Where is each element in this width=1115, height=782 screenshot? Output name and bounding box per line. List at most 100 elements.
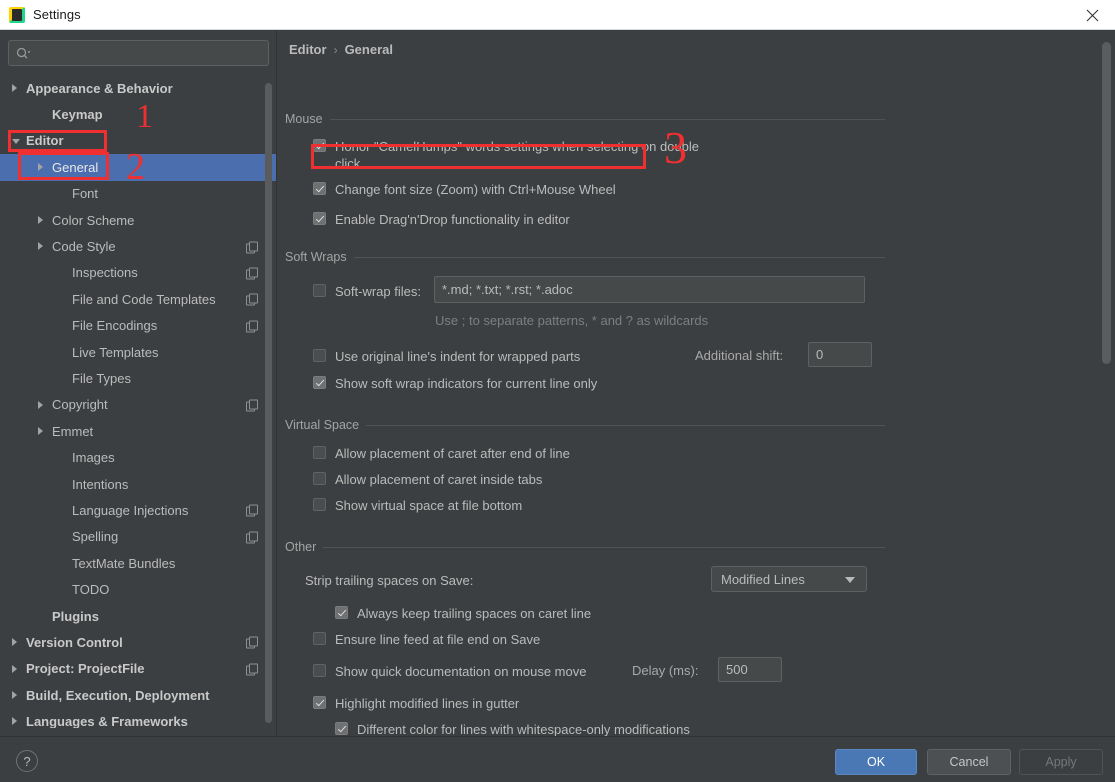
chevron-right-icon[interactable] [38, 215, 43, 224]
checkbox-highlight-modified[interactable] [313, 696, 326, 709]
delay-label: Delay (ms): [632, 663, 699, 678]
sidebar-item-textmate-bundles[interactable]: TextMate Bundles [0, 550, 276, 576]
checkbox-dragndrop[interactable] [313, 212, 326, 225]
checkbox-quick-doc[interactable] [313, 664, 326, 677]
delay-input[interactable]: 500 [718, 657, 782, 682]
checkbox-row-dragndrop[interactable]: Enable Drag'n'Drop functionality in edit… [313, 211, 570, 228]
copy-settings-icon[interactable] [246, 293, 258, 306]
sidebar-item-emmet[interactable]: Emmet [0, 418, 276, 444]
checkbox-row-different-color[interactable]: Different color for lines with whitespac… [335, 721, 690, 736]
delay-value: 500 [726, 662, 748, 677]
copy-settings-icon[interactable] [246, 399, 258, 412]
checkbox-row-virtual-space-bottom[interactable]: Show virtual space at file bottom [313, 497, 522, 514]
chevron-right-icon[interactable] [12, 84, 17, 92]
sidebar-item-keymap[interactable]: Keymap [0, 101, 276, 127]
breadcrumb-root[interactable]: Editor [289, 42, 327, 57]
dialog-body: Appearance & Behavior Keymap Editor General… [0, 30, 1115, 736]
help-button[interactable]: ? [16, 750, 38, 772]
sidebar-item-file-types[interactable]: File Types [0, 365, 276, 391]
sidebar-item-images[interactable]: Images [0, 444, 276, 470]
checkbox-softwrap-indicators[interactable] [313, 376, 326, 389]
breadcrumb-separator-icon: › [333, 42, 338, 57]
sidebar-item-live-templates[interactable]: Live Templates [0, 339, 276, 365]
chevron-right-icon[interactable] [12, 664, 17, 673]
copy-settings-icon[interactable] [246, 531, 258, 544]
search-input[interactable] [8, 40, 269, 66]
search-field-wrapper[interactable] [8, 40, 269, 66]
ok-button[interactable]: OK [835, 749, 917, 775]
softwrap-files-input[interactable]: *.md; *.txt; *.rst; *.adoc [434, 276, 865, 303]
strip-trailing-spaces-select[interactable]: Modified Lines [711, 566, 867, 592]
checkbox-original-indent[interactable] [313, 349, 326, 362]
sidebar-item-build-execution-deployment[interactable]: Build, Execution, Deployment [0, 682, 276, 708]
checkbox-row-quick-doc[interactable]: Show quick documentation on mouse move [313, 663, 586, 680]
main-scrollbar-thumb[interactable] [1102, 42, 1111, 364]
copy-settings-icon[interactable] [246, 241, 258, 254]
close-icon[interactable] [1069, 0, 1115, 30]
chevron-right-icon[interactable] [12, 638, 17, 647]
sidebar-item-file-encodings[interactable]: File Encodings [0, 313, 276, 339]
copy-settings-icon[interactable] [246, 663, 258, 676]
sidebar-item-copyright[interactable]: Copyright [0, 392, 276, 418]
search-glyph [16, 47, 31, 59]
sidebar-item-appearance-behavior[interactable]: Appearance & Behavior [0, 75, 276, 101]
checkbox-row-caret-inside-tabs[interactable]: Allow placement of caret inside tabs [313, 471, 542, 488]
chevron-right-icon[interactable] [12, 717, 17, 726]
sidebar-item-version-control[interactable]: Version Control [0, 629, 276, 655]
group-soft-wraps: Soft Wraps [285, 248, 885, 266]
copy-settings-icon[interactable] [246, 320, 258, 333]
sidebar-item-intentions[interactable]: Intentions [0, 471, 276, 497]
sidebar-item-language-injections[interactable]: Language Injections [0, 497, 276, 523]
checkbox-caret-after-eol[interactable] [313, 446, 326, 459]
checkbox-caret-inside-tabs[interactable] [313, 472, 326, 485]
checkbox-row-highlight-modified[interactable]: Highlight modified lines in gutter [313, 695, 519, 712]
sidebar-item-font[interactable]: Font [0, 181, 276, 207]
checkbox-camelhumps[interactable] [313, 139, 326, 152]
sidebar-scrollbar-thumb[interactable] [265, 83, 272, 723]
chevron-right-icon[interactable] [38, 242, 43, 251]
checkbox-different-color-label: Different color for lines with whitespac… [357, 722, 690, 736]
group-other: Other [285, 538, 885, 556]
checkbox-row-ensure-line-feed[interactable]: Ensure line feed at file end on Save [313, 631, 540, 648]
copy-settings-icon[interactable] [246, 267, 258, 280]
settings-tree[interactable]: Appearance & Behavior Keymap Editor General… [0, 75, 276, 736]
checkbox-virtual-space-bottom[interactable] [313, 498, 326, 511]
chevron-right-icon[interactable] [38, 427, 43, 436]
sidebar-item-editor[interactable]: Editor [0, 128, 276, 154]
checkbox-always-keep-trailing[interactable] [335, 606, 348, 619]
chevron-right-icon[interactable] [38, 163, 43, 172]
chevron-down-icon[interactable] [12, 138, 20, 144]
sidebar-item-label: Languages & Frameworks [26, 714, 188, 730]
sidebar-scrollbar[interactable] [265, 83, 272, 728]
copy-settings-icon[interactable] [246, 636, 258, 649]
checkbox-ensure-line-feed[interactable] [313, 632, 326, 645]
chevron-right-icon[interactable] [12, 690, 17, 699]
checkbox-row-softwrap-files[interactable]: Soft-wrap files: [313, 283, 421, 300]
sidebar-item-plugins[interactable]: Plugins [0, 603, 276, 629]
chevron-down-icon [845, 577, 855, 583]
checkbox-change-font-size[interactable] [313, 182, 326, 195]
cancel-button[interactable]: Cancel [927, 749, 1011, 775]
main-scrollbar[interactable] [1102, 42, 1111, 364]
sidebar-item-general[interactable]: General [0, 154, 276, 181]
additional-shift-input[interactable]: 0 [808, 342, 872, 367]
checkbox-row-always-keep-trailing[interactable]: Always keep trailing spaces on caret lin… [335, 605, 591, 622]
sidebar-item-todo[interactable]: TODO [0, 576, 276, 602]
apply-button[interactable]: Apply [1019, 749, 1103, 775]
sidebar-item-code-style[interactable]: Code Style [0, 233, 276, 259]
sidebar-item-color-scheme[interactable]: Color Scheme [0, 207, 276, 233]
checkbox-row-caret-after-eol[interactable]: Allow placement of caret after end of li… [313, 445, 570, 462]
chevron-right-icon[interactable] [38, 400, 43, 409]
checkbox-row-change-font-size[interactable]: Change font size (Zoom) with Ctrl+Mouse … [313, 181, 616, 198]
checkbox-row-softwrap-indicators[interactable]: Show soft wrap indicators for current li… [313, 375, 597, 392]
sidebar-item-project-projectfile[interactable]: Project: ProjectFile [0, 656, 276, 682]
checkbox-different-color[interactable] [335, 722, 348, 735]
sidebar-item-file-and-code-templates[interactable]: File and Code Templates [0, 286, 276, 312]
checkbox-row-original-indent[interactable]: Use original line's indent for wrapped p… [313, 348, 580, 365]
sidebar-item-spelling[interactable]: Spelling [0, 524, 276, 550]
checkbox-row-camelhumps[interactable]: Honor "CamelHumps" words settings when s… [313, 138, 713, 172]
sidebar-item-inspections[interactable]: Inspections [0, 260, 276, 286]
checkbox-softwrap-files[interactable] [313, 284, 326, 297]
copy-settings-icon[interactable] [246, 504, 258, 517]
group-divider [366, 424, 885, 426]
